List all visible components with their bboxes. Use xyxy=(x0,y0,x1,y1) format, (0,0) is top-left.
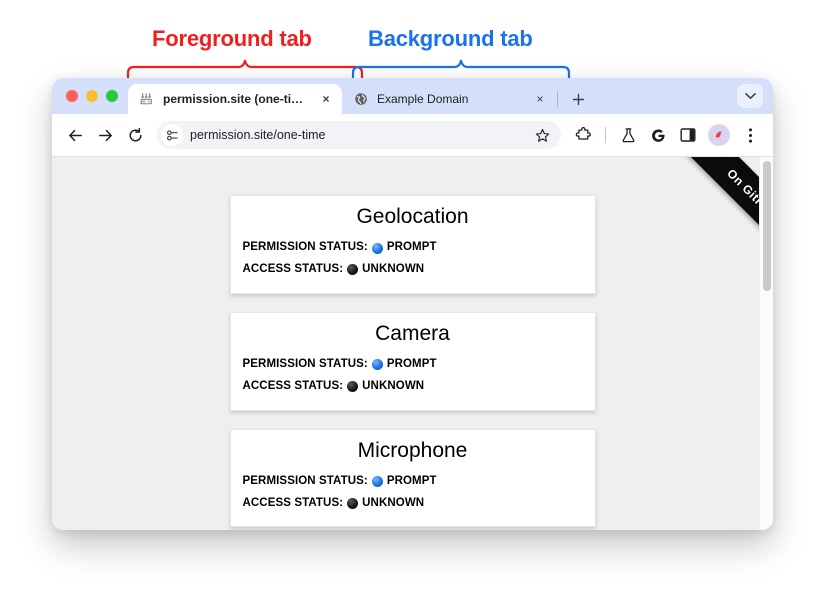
permission-status-value: PROMPT xyxy=(386,241,437,254)
access-status-row: ACCESS STATUS: UNKNOWN xyxy=(243,376,583,398)
zoom-window-button[interactable] xyxy=(106,90,118,102)
permission-status-value: PROMPT xyxy=(386,357,437,370)
bookmark-star-icon[interactable] xyxy=(529,122,555,148)
browser-menu-button[interactable] xyxy=(736,121,764,149)
side-panel-icon xyxy=(680,128,696,142)
chevron-down-icon xyxy=(744,93,756,99)
permission-card[interactable]: Geolocation PERMISSION STATUS: PROMPT AC… xyxy=(229,195,596,294)
tab-example-domain[interactable]: Example Domain × xyxy=(342,84,556,114)
address-bar-url[interactable]: permission.site/one-time xyxy=(190,128,529,142)
page-viewport: Geolocation PERMISSION STATUS: PROMPT AC… xyxy=(52,156,773,530)
tab-search-button[interactable] xyxy=(737,84,763,108)
google-g-icon xyxy=(651,128,665,142)
permission-status-dot xyxy=(371,359,383,371)
arrow-left-icon xyxy=(68,129,82,141)
card-title: Microphone xyxy=(357,438,468,462)
tab-title: permission.site (one-time) xyxy=(163,92,310,106)
profile-avatar[interactable] xyxy=(708,124,730,146)
access-status-dot xyxy=(347,264,359,276)
access-status-value: UNKNOWN xyxy=(362,496,425,509)
side-panel-button[interactable] xyxy=(674,121,702,149)
permission-status-label: PERMISSION STATUS: xyxy=(242,474,368,487)
tune-sliders-icon[interactable] xyxy=(161,124,183,146)
sliders-icon xyxy=(139,91,155,107)
access-status-row: ACCESS STATUS: UNKNOWN xyxy=(243,493,583,515)
browser-toolbar: permission.site/one-time xyxy=(52,114,773,156)
page-scrollbar[interactable] xyxy=(759,157,773,530)
toolbar-divider xyxy=(605,127,606,143)
globe-icon xyxy=(353,91,369,107)
access-status-label: ACCESS STATUS: xyxy=(242,379,344,392)
card-title: Geolocation xyxy=(356,205,469,228)
access-status-dot xyxy=(347,381,359,393)
access-status-label: ACCESS STATUS: xyxy=(242,496,344,509)
back-button[interactable] xyxy=(61,121,89,149)
permission-status-value: PROMPT xyxy=(386,474,437,487)
puzzle-piece-icon xyxy=(575,126,591,140)
minimize-window-button[interactable] xyxy=(86,90,98,102)
address-bar[interactable]: permission.site/one-time xyxy=(157,121,561,149)
google-button[interactable] xyxy=(644,121,672,149)
reload-icon xyxy=(128,127,142,141)
access-status-value: UNKNOWN xyxy=(362,262,425,275)
access-status-dot xyxy=(347,498,359,510)
close-window-button[interactable] xyxy=(66,90,78,102)
github-ribbon-label[interactable]: On GitHub xyxy=(658,157,773,288)
close-tab-button[interactable]: × xyxy=(318,91,334,107)
flask-icon xyxy=(621,127,635,142)
permission-status-row: PERMISSION STATUS: PROMPT xyxy=(243,471,583,493)
tab-strip: permission.site (one-time) × Example Dom… xyxy=(52,78,773,114)
tab-permission-site[interactable]: permission.site (one-time) × xyxy=(128,84,342,114)
extensions-button[interactable] xyxy=(569,121,597,149)
permission-status-dot xyxy=(371,242,383,254)
foreground-tab-annotation-label: Foreground tab xyxy=(152,26,312,51)
tab-title: Example Domain xyxy=(377,92,469,106)
background-tab-annotation-label: Background tab xyxy=(368,26,533,51)
new-tab-button[interactable] xyxy=(567,88,589,110)
permission-status-row: PERMISSION STATUS: PROMPT xyxy=(243,354,583,376)
close-tab-button[interactable]: × xyxy=(532,91,548,107)
window-traffic-lights xyxy=(62,78,128,114)
permission-status-dot xyxy=(371,476,383,488)
permission-status-row: PERMISSION STATUS: PROMPT xyxy=(243,237,583,259)
permission-card[interactable]: Microphone PERMISSION STATUS: PROMPT ACC… xyxy=(229,428,596,528)
forward-button[interactable] xyxy=(91,121,119,149)
avatar-bird-icon xyxy=(715,131,723,138)
permission-card[interactable]: Camera PERMISSION STATUS: PROMPT ACCESS … xyxy=(229,311,596,411)
github-ribbon[interactable]: On GitHub xyxy=(625,157,773,305)
card-title: Camera xyxy=(375,321,450,345)
reload-button[interactable] xyxy=(121,121,149,149)
access-status-row: ACCESS STATUS: UNKNOWN xyxy=(243,259,583,281)
arrow-right-icon xyxy=(98,129,112,141)
page-scrollbar-thumb[interactable] xyxy=(763,161,771,291)
kebab-menu-icon xyxy=(748,127,752,143)
permission-status-label: PERMISSION STATUS: xyxy=(242,241,368,254)
permission-status-label: PERMISSION STATUS: xyxy=(242,357,368,370)
access-status-label: ACCESS STATUS: xyxy=(242,262,344,275)
labs-flask-button[interactable] xyxy=(614,121,642,149)
access-status-value: UNKNOWN xyxy=(362,379,425,392)
browser-window: permission.site (one-time) × Example Dom… xyxy=(52,78,773,530)
tab-separator xyxy=(557,91,558,107)
